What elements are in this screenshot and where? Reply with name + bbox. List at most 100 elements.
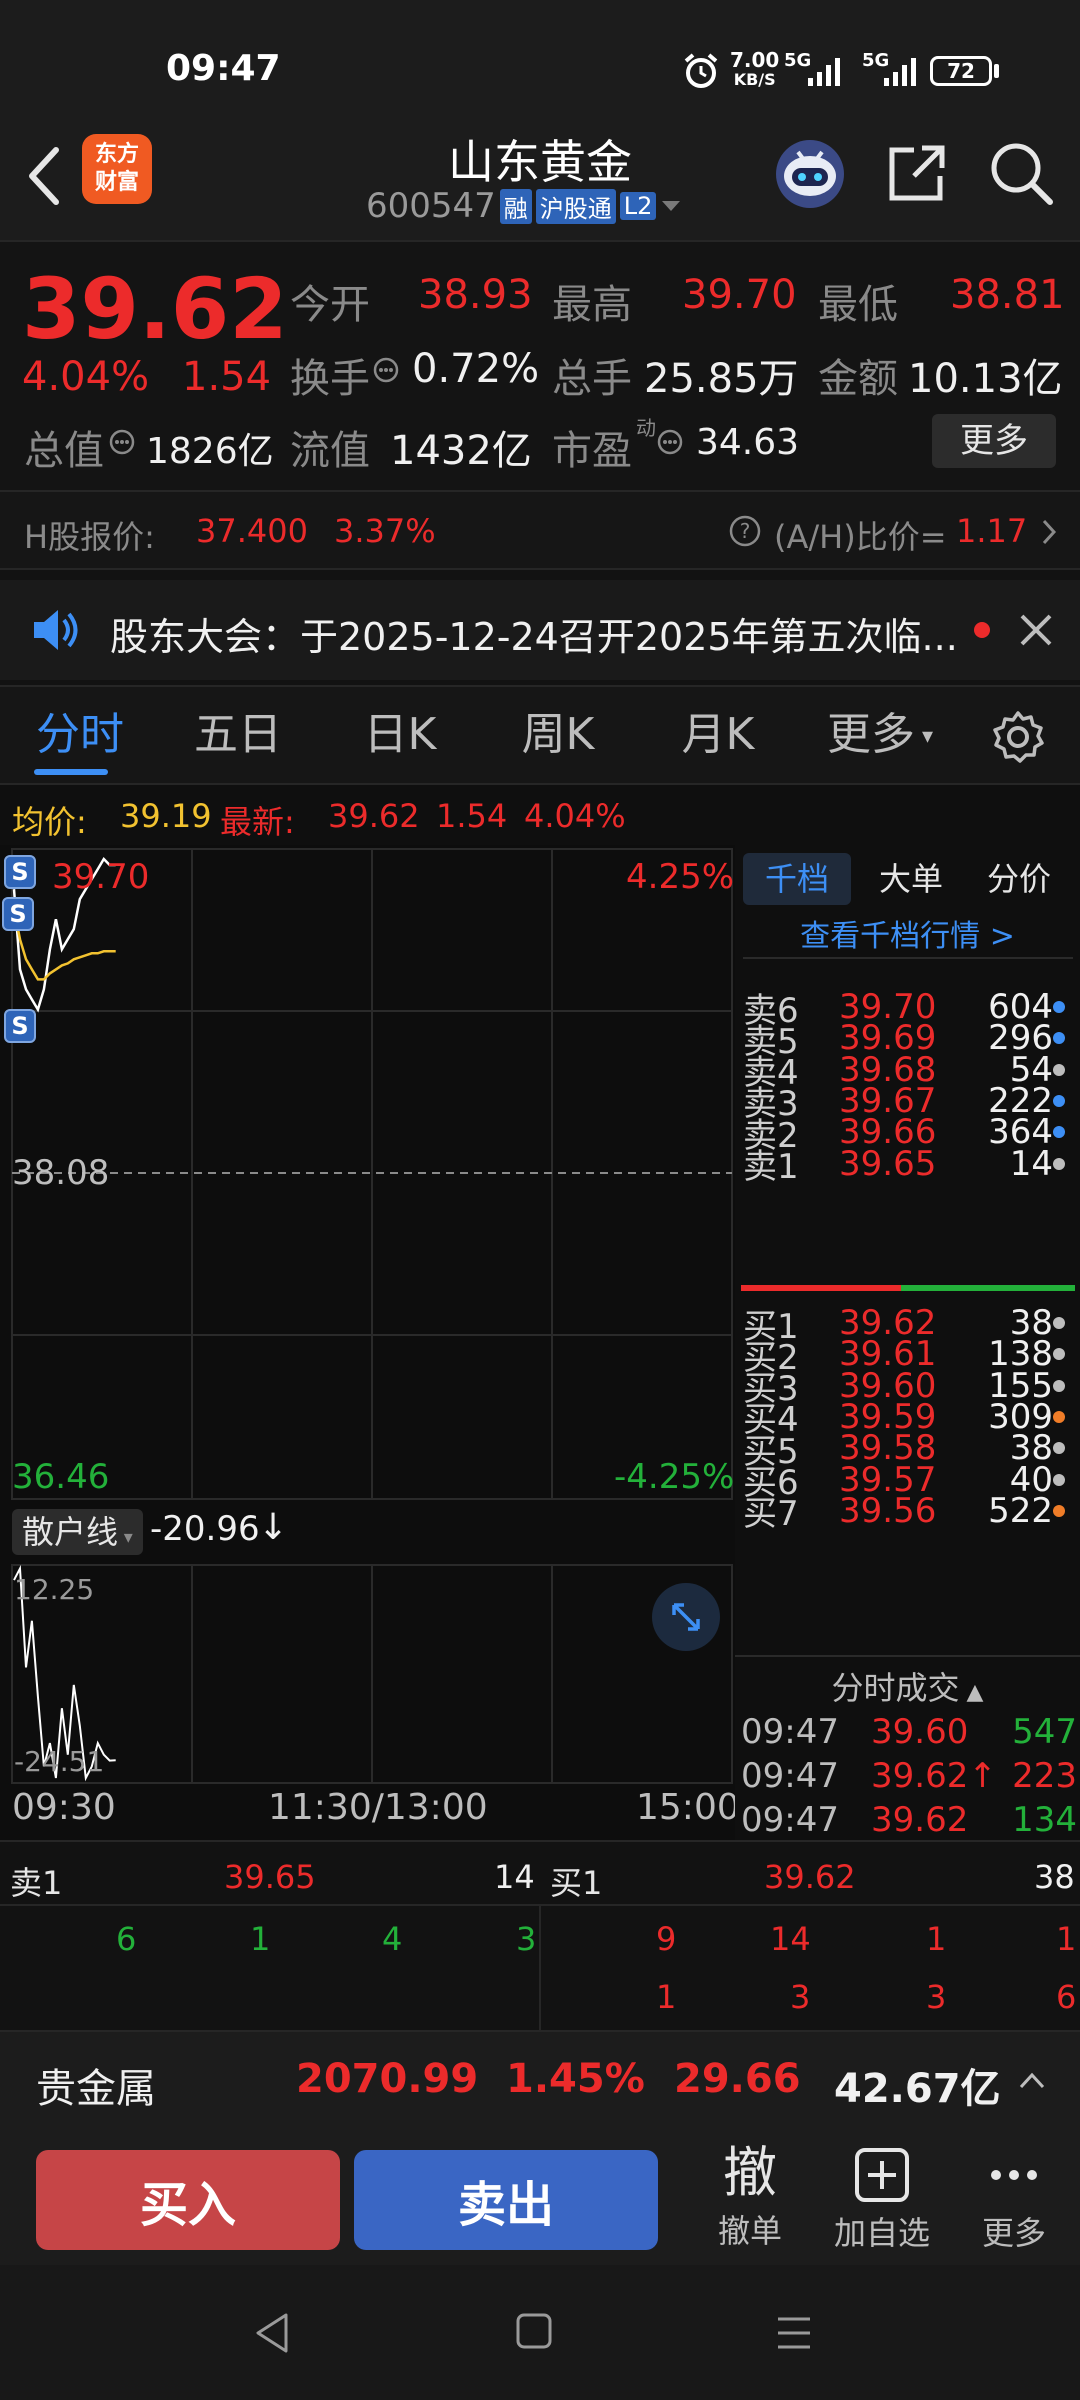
depth-tab-full[interactable]: 千档 [743,853,851,905]
sell-button[interactable]: 卖出 [354,2150,658,2250]
queue-sell-label: 卖1 [10,1864,63,1902]
turnover-value: 0.72% [412,346,540,392]
tab-more[interactable]: 更多 ▾ [820,687,940,783]
share-icon[interactable] [884,142,948,206]
y-mid-price: 38.08 [12,1153,110,1193]
expand-icon[interactable] [650,1581,722,1653]
sector-index: 2070.99 [296,2056,479,2102]
y-bottom-pct: -4.25% [614,1457,735,1497]
stock-code-row: 600547 融 沪股通 L2 [366,186,682,226]
chevron-up-icon[interactable] [1018,2070,1046,2090]
open-value: 38.93 [418,272,533,318]
trade-volume: 223 [1012,1756,1077,1796]
latest-label: 最新: [220,803,295,841]
tab-weekly-k[interactable]: 周K [498,687,618,783]
sector-name: 贵金属 [36,2066,156,2112]
buy-queue-order: 9 [656,1920,677,1958]
gear-icon[interactable] [990,709,1046,765]
back-arrow-icon[interactable] [24,146,64,206]
volume-label: 总手 [552,356,632,402]
bid-level-label: 买7 [743,1494,799,1535]
trade-row: 09:47 39.60 547 [741,1707,1077,1757]
speaker-icon [34,610,78,650]
buy-button[interactable]: 买入 [36,2150,340,2250]
search-icon[interactable] [988,140,1054,206]
bid-price: 39.56 [839,1490,937,1531]
dropdown-icon[interactable] [660,198,682,214]
h-share-price: 37.400 [196,512,308,550]
nav-menu-icon[interactable] [774,2313,814,2353]
more-dots-icon [991,2170,1037,2180]
sector-bar[interactable]: 贵金属 2070.99 1.45% 29.66 42.67亿 [0,2030,1080,2130]
x-label-open: 09:30 [12,1787,116,1828]
high-value: 39.70 [682,272,797,318]
amount-value: 10.13亿 [908,356,1063,402]
close-icon[interactable] [1018,612,1054,648]
sell-queue-order: 1 [250,1920,271,1958]
change-pct: 4.04% [22,354,150,400]
stock-code: 600547 [366,186,496,226]
alarm-icon [684,53,718,88]
trade-time: 09:47 [741,1800,839,1840]
trade-row: 09:47 39.62↑ 223 [741,1751,1077,1801]
h-share-label: H股报价: [24,518,155,556]
indicator-selector[interactable]: 散户线 ▾ [12,1509,143,1555]
y-top-price: 39.70 [52,857,150,897]
ai-robot-icon[interactable] [772,136,848,212]
queue-center-divider [539,1904,541,2030]
stock-name: 山东黄金 [448,135,632,189]
announcement-bar[interactable]: 股东大会：于2025-12-24召开2025年第五次临... [0,580,1080,680]
info-icon-3[interactable] [656,428,684,456]
depth-tab-big-order[interactable]: 大单 [861,853,961,905]
view-full-depth-link[interactable]: 查看千档行情 > [735,911,1080,955]
info-icon-2[interactable] [108,428,136,456]
trade-price: 39.62 [871,1800,969,1840]
queue-buy-price: 39.62 [764,1858,856,1896]
bid-dot-icon [1053,1473,1065,1486]
ask-dot-icon [1053,1094,1065,1107]
badge-connect: 沪股通 [535,188,616,224]
sector-pct: 1.45% [506,2056,645,2102]
more-button[interactable]: 更多 [932,414,1056,468]
tab-five-day[interactable]: 五日 [178,687,298,783]
add-watchlist-button[interactable]: 加自选 [822,2140,942,2260]
signal-bars-2-icon [884,58,916,86]
float-label: 流值 [290,428,370,474]
level1-queue: 卖1 39.65 14 买1 39.62 38 6 1 4 3 9 14 1 1… [0,1840,1080,2030]
mktcap-value: 1826亿 [146,431,274,472]
ask-row[interactable]: 卖1 39.65 14 [743,1140,1073,1188]
bid-row[interactable]: 买7 39.56 522 [743,1487,1073,1535]
float-value: 1432亿 [390,428,532,474]
open-label: 今开 [290,282,370,328]
nav-home-icon[interactable] [514,2311,554,2351]
nav-back-icon[interactable] [252,2311,292,2355]
add-watch-label: 加自选 [833,2214,930,2252]
bid-dot-icon [1053,1410,1065,1423]
mktcap-label: 总值 [24,428,104,474]
buy-queue-order: 3 [790,1978,811,2016]
sell-signal-badge-2[interactable]: S [2,897,34,931]
tab-daily-k[interactable]: 日K [340,687,460,783]
intraday-chart[interactable]: 39.70 4.25% 38.08 36.46 -4.25% S S S 散户线… [0,845,740,1840]
ah-ratio-value: 1.17 [956,512,1028,550]
depth-tab-price-dist[interactable]: 分价 [967,853,1071,905]
sector-change: 29.66 [674,2056,801,2102]
sub-top-value: 12.25 [14,1573,95,1606]
trade-price: 39.60 [871,1712,969,1752]
trade-volume: 547 [1012,1712,1077,1752]
info-icon[interactable] [372,356,400,384]
battery-icon: 72 [930,56,992,86]
more-actions-button[interactable]: 更多 [954,2140,1074,2260]
depth-divider-top [743,957,1073,959]
tab-monthly-k[interactable]: 月K [658,687,778,783]
sell-signal-badge-3[interactable]: S [4,1009,36,1043]
h-share-pct: 3.37% [334,512,436,550]
h-share-row[interactable]: H股报价: 37.400 3.37% ? (A/H)比价= 1.17 [0,490,1080,570]
buy-queue-order: 6 [1056,1978,1077,2016]
chart-canvas[interactable] [0,845,735,1840]
help-icon[interactable]: ? [728,514,762,548]
cancel-order-button[interactable]: 撤 撤单 [690,2140,810,2260]
sell-signal-badge-1[interactable]: S [4,855,36,889]
indicator-arrow: ↓ [258,1507,289,1548]
status-bar: 09:47 7.00 KB/S 5G 5G 72 [0,0,1080,130]
